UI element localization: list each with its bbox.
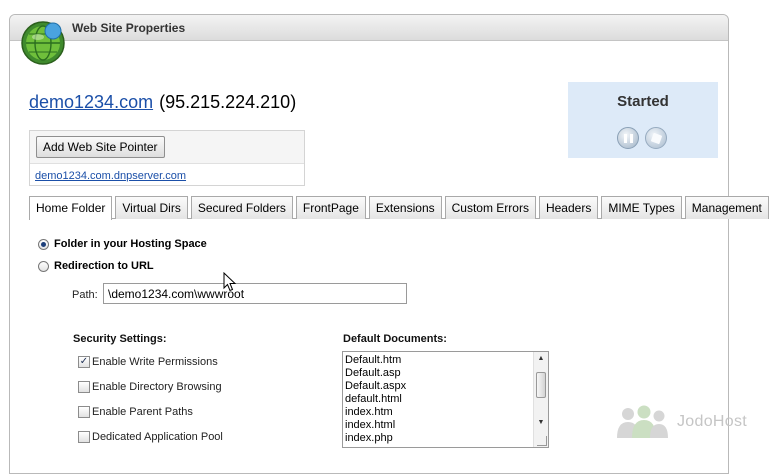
- radio-button-selected[interactable]: [38, 238, 49, 250]
- tab-virtual-dirs[interactable]: Virtual Dirs: [115, 196, 188, 219]
- resize-grip-icon[interactable]: [537, 436, 547, 446]
- panel-header: Web Site Properties: [10, 15, 728, 41]
- checkbox-label: Enable Parent Paths: [92, 406, 193, 418]
- tab-headers[interactable]: Headers: [538, 196, 599, 219]
- tab-home-folder[interactable]: Home Folder: [29, 196, 113, 220]
- watermark-text: JodoHost: [677, 413, 747, 430]
- properties-tabs: Home Folder Virtual Dirs Secured Folders…: [29, 196, 769, 220]
- checkbox-enable-parent-paths[interactable]: Enable Parent Paths: [78, 406, 193, 418]
- document-item: Default.aspx: [345, 380, 407, 392]
- document-item: Default.htm: [345, 354, 402, 366]
- checkbox-dedicated-application-pool[interactable]: Dedicated Application Pool: [78, 431, 223, 443]
- checkbox-label: Enable Write Permissions: [92, 356, 218, 368]
- pause-icon[interactable]: [617, 127, 639, 149]
- site-status-box: Started: [568, 82, 718, 158]
- document-item: default.html: [345, 393, 402, 405]
- tab-custom-errors[interactable]: Custom Errors: [444, 196, 536, 219]
- checkbox[interactable]: [78, 431, 90, 443]
- tab-extensions[interactable]: Extensions: [368, 196, 442, 219]
- security-settings-heading: Security Settings:: [73, 333, 167, 345]
- path-label: Path:: [72, 289, 98, 301]
- document-item: index.php: [345, 432, 393, 444]
- people-logo-icon: [617, 405, 668, 438]
- site-status-text: Started: [617, 93, 669, 110]
- checkbox[interactable]: [78, 406, 90, 418]
- checkbox[interactable]: [78, 381, 90, 393]
- mouse-pointer-icon: [223, 272, 237, 292]
- tab-frontpage[interactable]: FrontPage: [295, 196, 366, 219]
- site-heading: demo1234.com (95.215.224.210): [29, 92, 296, 113]
- globe-icon: [21, 21, 65, 65]
- tab-management[interactable]: Management: [684, 196, 769, 219]
- document-item: Default.asp: [345, 367, 401, 379]
- add-web-site-pointer-button[interactable]: Add Web Site Pointer: [36, 136, 165, 158]
- radio-button[interactable]: [38, 260, 49, 272]
- radio-folder-hosting-space[interactable]: Folder in your Hosting Space: [38, 238, 207, 250]
- path-input[interactable]: [103, 283, 407, 304]
- radio-redirection-url[interactable]: Redirection to URL: [38, 260, 154, 272]
- site-ip-address: (95.215.224.210): [159, 92, 297, 112]
- stop-icon[interactable]: [645, 127, 667, 149]
- scroll-down-arrow-icon[interactable]: ▼: [534, 416, 548, 430]
- document-item: index.html: [345, 419, 396, 431]
- scrollbar-thumb[interactable]: [536, 372, 546, 398]
- radio-folder-hosting-space-label: Folder in your Hosting Space: [54, 238, 207, 250]
- checkbox-enable-write-permissions[interactable]: ✓ Enable Write Permissions: [78, 356, 218, 368]
- default-documents-list: Default.htm Default.asp Default.aspx def…: [345, 354, 406, 445]
- checkbox-enable-directory-browsing[interactable]: Enable Directory Browsing: [78, 381, 222, 393]
- documents-scrollbar[interactable]: ▲ ▼: [533, 352, 548, 447]
- pointer-domain-link[interactable]: demo1234.com.dnpserver.com: [35, 170, 186, 182]
- tab-mime-types[interactable]: MIME Types: [601, 196, 682, 219]
- radio-redirection-url-label: Redirection to URL: [54, 260, 154, 272]
- pointer-list: demo1234.com.dnpserver.com: [30, 163, 304, 185]
- web-site-pointers-box: Add Web Site Pointer demo1234.com.dnpser…: [29, 130, 305, 186]
- checkbox-checked[interactable]: ✓: [78, 356, 90, 368]
- default-documents-textarea[interactable]: Default.htm Default.asp Default.aspx def…: [342, 351, 549, 448]
- checkbox-label: Dedicated Application Pool: [92, 431, 223, 443]
- tab-secured-folders[interactable]: Secured Folders: [190, 196, 293, 219]
- document-item: index.htm: [345, 406, 393, 418]
- checkbox-label: Enable Directory Browsing: [92, 381, 222, 393]
- domain-link[interactable]: demo1234.com: [29, 92, 153, 112]
- panel-title: Web Site Properties: [72, 21, 186, 35]
- scroll-up-arrow-icon[interactable]: ▲: [534, 352, 548, 366]
- default-documents-heading: Default Documents:: [343, 333, 447, 345]
- watermark: JodoHost: [614, 404, 774, 440]
